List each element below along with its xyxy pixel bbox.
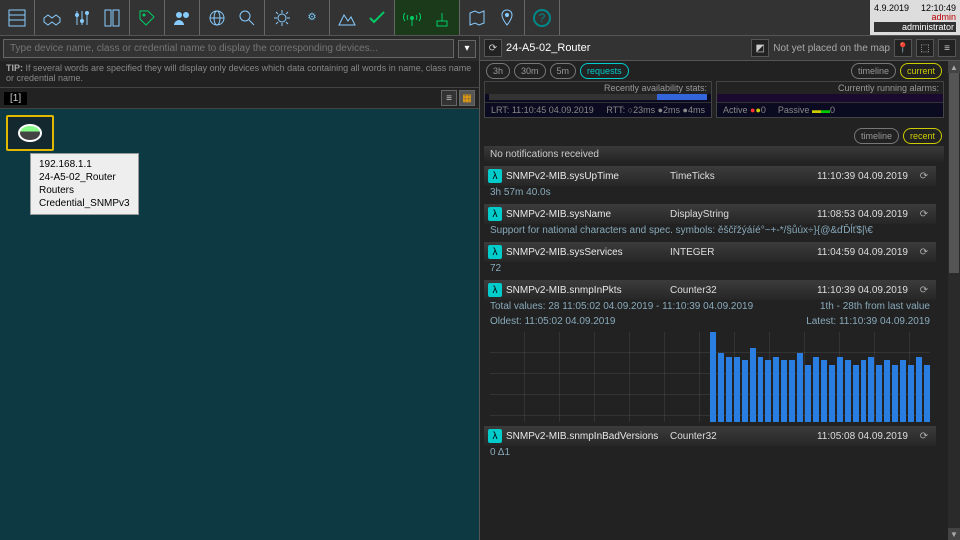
metric-time: 11:10:39 04.09.2019	[817, 171, 912, 182]
left-pane: ▾ TIP: If several words are specified th…	[0, 36, 480, 540]
opts-icon[interactable]: ⬚	[916, 39, 934, 57]
toolbar-users-icon[interactable]	[167, 3, 197, 33]
header-date: 4.9.2019	[874, 3, 909, 13]
refresh-icon[interactable]: ⟳	[916, 206, 932, 222]
device-tile[interactable]	[6, 115, 54, 151]
metric-name: SNMPv2-MIB.snmpInPkts	[506, 285, 666, 296]
metric-row: λ SNMPv2-MIB.sysServices INTEGER 11:04:5…	[484, 242, 936, 277]
metric-time: 11:08:53 04.09.2019	[817, 209, 912, 220]
availability-chart: Recently availability stats:	[484, 81, 712, 118]
more-icon[interactable]: ≡	[938, 39, 956, 57]
device-search-input[interactable]	[3, 39, 454, 58]
header-role: admin	[874, 13, 956, 22]
toolbar-mountain-icon[interactable]	[332, 3, 362, 33]
toolbar-node-icon[interactable]	[427, 3, 457, 33]
view-list-icon[interactable]: ≡	[441, 90, 457, 106]
refresh-icon[interactable]: ⟳	[916, 244, 932, 260]
metric-row: λ SNMPv2-MIB.snmpInPkts Counter32 11:10:…	[484, 280, 936, 422]
metric-type: INTEGER	[670, 247, 760, 258]
metric-type: Counter32	[670, 285, 760, 296]
toolbar-search-icon[interactable]	[232, 3, 262, 33]
refresh-icon[interactable]: ⟳	[916, 428, 932, 444]
map-status-label: Not yet placed on the map	[773, 43, 890, 54]
metrics-list: λ SNMPv2-MIB.sysUpTime TimeTicks 11:10:3…	[484, 163, 948, 540]
right-scrollbar[interactable]: ▲ ▼	[948, 61, 960, 540]
refresh-icon[interactable]: ⟳	[484, 39, 502, 57]
toolbar-globe-icon[interactable]	[202, 3, 232, 33]
recent-pill[interactable]: recent	[903, 128, 942, 144]
svg-text:?: ?	[539, 11, 546, 25]
toolbar-gear2-icon[interactable]: ⚙	[297, 3, 327, 33]
lambda-icon: λ	[488, 245, 502, 259]
metric-name: SNMPv2-MIB.sysUpTime	[506, 171, 666, 182]
device-tooltip: 192.168.1.1 24-A5-02_Router Routers Cred…	[30, 153, 139, 215]
user-info-box[interactable]: 4.9.2019 12:10:49 admin administrator	[870, 0, 960, 35]
toolbar-devices-icon[interactable]	[97, 3, 127, 33]
metric-time: 11:10:39 04.09.2019	[817, 285, 912, 296]
rtt-label: RTT: ○23ms ●2ms ●4ms	[606, 105, 705, 115]
metric-type: Counter32	[670, 431, 760, 442]
header-username: administrator	[874, 22, 956, 32]
metric-name: SNMPv2-MIB.sysServices	[506, 247, 666, 258]
metric-time: 11:04:59 04.09.2019	[817, 247, 912, 258]
toolbar-map-icon[interactable]	[462, 3, 492, 33]
metric-type: DisplayString	[670, 209, 760, 220]
toolbar-help-icon[interactable]: ?	[527, 3, 557, 33]
notifications-bar: No notifications received	[484, 146, 944, 163]
metric-row: λ SNMPv2-MIB.snmpInBadVersions Counter32…	[484, 426, 936, 461]
metric-type: TimeTicks	[670, 171, 760, 182]
lambda-icon: λ	[488, 207, 502, 221]
right-pane: ⟳ 24-A5-02_Router ◩ Not yet placed on th…	[480, 36, 960, 540]
lambda-icon: λ	[488, 169, 502, 183]
top-toolbar: ⚙ ? 4.9.2019 12:10:49 admin administrato…	[0, 0, 960, 36]
timeline-pill[interactable]: timeline	[851, 63, 896, 79]
metric-time: 11:05:08 04.09.2019	[817, 431, 912, 442]
snmp-inpkts-chart	[490, 332, 930, 422]
range-30m-pill[interactable]: 30m	[514, 63, 546, 79]
locate-icon[interactable]: ◩	[751, 39, 769, 57]
router-icon	[18, 124, 42, 142]
filter-icon[interactable]: ▾	[458, 40, 476, 58]
device-grid: 192.168.1.1 24-A5-02_Router Routers Cred…	[0, 109, 479, 540]
metric-row: λ SNMPv2-MIB.sysUpTime TimeTicks 11:10:3…	[484, 166, 936, 201]
device-title: 24-A5-02_Router	[506, 42, 747, 54]
requests-pill[interactable]: requests	[580, 63, 629, 79]
current-pill[interactable]: current	[900, 63, 942, 79]
alarms-chart: Currently running alarms: Active ●●0 Pas…	[716, 81, 944, 118]
timeline-pill-2[interactable]: timeline	[854, 128, 899, 144]
toolbar-rack-icon[interactable]	[2, 3, 32, 33]
pin-icon[interactable]: 📍	[894, 39, 912, 57]
refresh-icon[interactable]: ⟳	[916, 168, 932, 184]
toolbar-sliders-icon[interactable]	[67, 3, 97, 33]
toolbar-handshake-icon[interactable]	[37, 3, 67, 33]
toolbar-pin-icon[interactable]	[492, 3, 522, 33]
device-count: [1]	[4, 92, 27, 105]
range-5m-pill[interactable]: 5m	[550, 63, 577, 79]
toolbar-antenna-icon[interactable]	[397, 3, 427, 33]
metric-row: λ SNMPv2-MIB.sysName DisplayString 11:08…	[484, 204, 936, 239]
metric-name: SNMPv2-MIB.snmpInBadVersions	[506, 431, 666, 442]
metric-name: SNMPv2-MIB.sysName	[506, 209, 666, 220]
avail-scrollbar[interactable]	[489, 94, 707, 100]
range-3h-pill[interactable]: 3h	[486, 63, 510, 79]
refresh-icon[interactable]: ⟳	[916, 282, 932, 298]
lambda-icon: λ	[488, 429, 502, 443]
toolbar-gear-icon[interactable]	[267, 3, 297, 33]
toolbar-check-icon[interactable]	[362, 3, 392, 33]
view-grid-icon[interactable]: ▦	[459, 90, 475, 106]
lrt-label: LRT: 11:10:45 04.09.2019	[491, 105, 594, 115]
search-tip: TIP: If several words are specified they…	[0, 61, 479, 87]
toolbar-tag-icon[interactable]	[132, 3, 162, 33]
lambda-icon: λ	[488, 283, 502, 297]
